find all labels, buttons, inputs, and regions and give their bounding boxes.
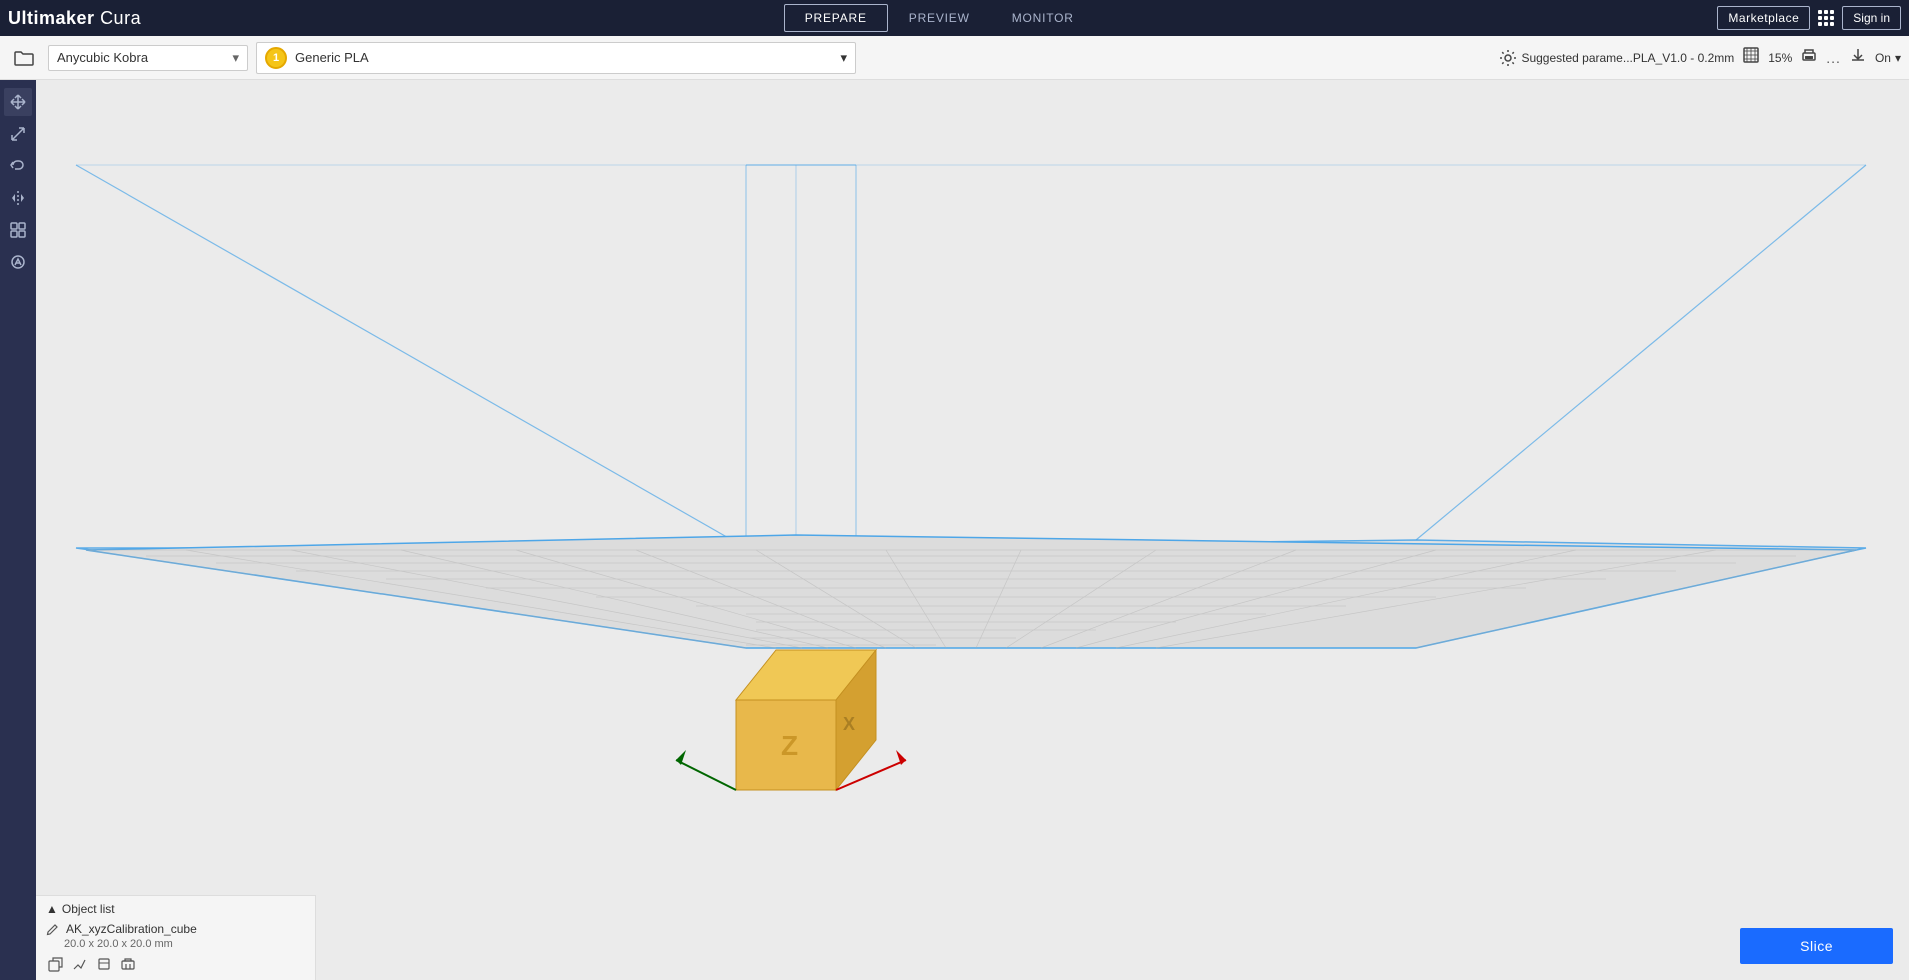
on-toggle[interactable]: On ▾ [1875,51,1901,65]
mirror-tool-button[interactable] [4,184,32,212]
material-chevron-icon: ▾ [840,50,847,66]
nav-tabs: PREPARE PREVIEW MONITOR [161,4,1717,32]
tab-monitor[interactable]: MONITOR [991,4,1095,32]
left-toolbar [0,80,36,980]
printer-selector[interactable]: Anycubic Kobra ▾ [48,45,248,71]
infill-percentage: 15% [1768,51,1792,65]
3d-viewport[interactable]: Z X ▲ Object list AK_xyzCalibration_cube [36,80,1909,980]
slice-button[interactable]: Slice [1740,928,1893,964]
settings-button[interactable]: Suggested parame...PLA_V1.0 - 0.2mm [1499,49,1734,67]
object-list-title: Object list [62,902,115,916]
support-tool-button[interactable] [4,248,32,276]
printer-chevron-icon: ▾ [232,50,239,66]
on-label: On [1875,51,1891,65]
edit-icon [46,922,60,936]
object-list-collapse-icon: ▲ [46,902,58,916]
undo-button[interactable] [4,152,32,180]
object-icon-2[interactable] [70,954,90,974]
save-icon[interactable] [1849,46,1867,69]
profile-label: Suggested parame...PLA_V1.0 - 0.2mm [1521,51,1734,65]
object-dimensions: 20.0 x 20.0 x 20.0 mm [46,938,305,950]
object-icon-3[interactable] [94,954,114,974]
move-tool-button[interactable] [4,88,32,116]
object-name: AK_xyzCalibration_cube [66,922,197,936]
material-badge: 1 [265,47,287,69]
app-name: Cura [100,8,141,29]
signin-button[interactable]: Sign in [1842,6,1901,30]
toolbar2-right: Suggested parame...PLA_V1.0 - 0.2mm 15% [1499,46,1901,69]
object-list-item: AK_xyzCalibration_cube [46,920,305,938]
app-logo: Ultimaker Cura [8,8,141,29]
object-action-icons [46,950,305,974]
main-area: Z X ▲ Object list AK_xyzCalibration_cube [0,80,1909,980]
tab-prepare[interactable]: PREPARE [784,4,888,32]
svg-text:Z: Z [781,730,798,761]
navbar: Ultimaker Cura PREPARE PREVIEW MONITOR M… [0,0,1909,36]
marketplace-button[interactable]: Marketplace [1717,6,1810,30]
toolbar2: Anycubic Kobra ▾ 1 Generic PLA ▾ Suggest… [0,36,1909,80]
material-selector[interactable]: 1 Generic PLA ▾ [256,42,856,74]
infill-icon [1742,46,1760,69]
nav-right: Marketplace Sign in [1717,6,1901,30]
brand-name: Ultimaker [8,8,95,29]
object-list-panel: ▲ Object list AK_xyzCalibration_cube 20.… [36,895,316,980]
more-options-button[interactable]: ... [1826,50,1841,66]
grid-apps-icon[interactable] [1818,10,1834,26]
scale-tool-button[interactable] [4,120,32,148]
on-chevron-icon: ▾ [1895,51,1901,65]
svg-text:X: X [843,714,855,734]
tab-preview[interactable]: PREVIEW [888,4,991,32]
object-icon-1[interactable] [46,954,66,974]
material-name: Generic PLA [295,50,369,65]
open-folder-button[interactable] [8,42,40,74]
object-list-header[interactable]: ▲ Object list [46,902,305,916]
printer-name: Anycubic Kobra [57,50,148,65]
arrange-tool-button[interactable] [4,216,32,244]
settings-icon [1499,49,1517,67]
3d-scene: Z X [36,80,1909,980]
material-count: 1 [273,52,279,64]
object-icon-4[interactable] [118,954,138,974]
printer-icon [1800,46,1818,69]
